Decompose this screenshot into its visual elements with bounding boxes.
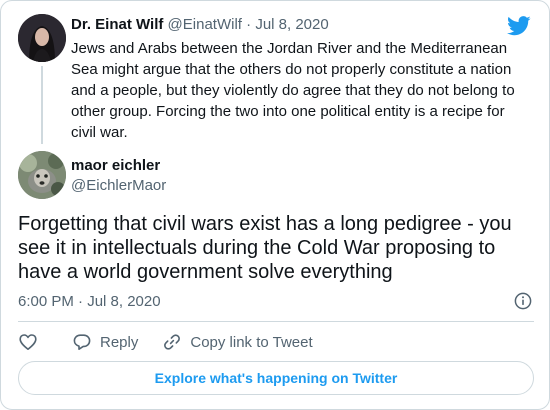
link-icon [164,334,181,350]
main-author-avatar[interactable] [18,151,66,199]
parent-author-handle[interactable]: @EinatWilf [168,16,242,33]
info-icon[interactable] [514,292,532,310]
main-author-handle[interactable]: @EichlerMaor [71,176,166,196]
reply-bubble-icon [73,334,91,350]
parent-author-name[interactable]: Dr. Einat Wilf [71,16,163,33]
parent-tweet-header: Dr. Einat Wilf @EinatWilf · Jul 8, 2020 [71,15,329,35]
reply-button[interactable]: Reply [72,332,138,352]
reply-label: Reply [100,333,139,351]
divider [18,321,534,322]
parent-tweet-date[interactable]: Jul 8, 2020 [255,16,328,33]
copy-link-label: Copy link to Tweet [190,333,313,351]
tweet-actions: Reply Copy link to Tweet [18,331,313,353]
tweet-timestamp[interactable]: 6:00 PM · Jul 8, 2020 [18,292,161,312]
main-author-name[interactable]: maor eichler [71,156,160,176]
explore-twitter-button[interactable]: Explore what's happening on Twitter [18,361,534,395]
tweet-embed-card: Dr. Einat Wilf @EinatWilf · Jul 8, 2020 … [0,0,550,410]
like-button[interactable] [18,332,38,352]
main-tweet-text: Forgetting that civil wars exist has a l… [18,213,512,283]
copy-link-button[interactable]: Copy link to Tweet [162,332,313,352]
heart-icon [19,334,37,350]
twitter-bird-icon[interactable] [507,16,531,36]
thread-connector-line [41,66,43,144]
header-separator: · [246,16,252,33]
parent-author-avatar[interactable] [18,14,66,62]
parent-tweet-text: Jews and Arabs between the Jordan River … [71,40,515,141]
